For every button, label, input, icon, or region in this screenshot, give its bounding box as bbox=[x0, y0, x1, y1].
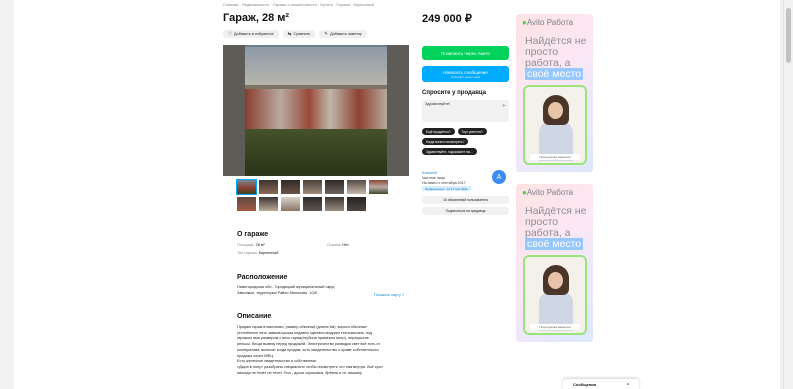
quick-questions: Ещё продаётся? Торг уместен? Когда можно… bbox=[422, 128, 512, 155]
messages-bar[interactable]: Сообщения ^ bbox=[563, 379, 639, 389]
avatar[interactable]: А bbox=[492, 170, 506, 184]
photo-grass bbox=[245, 129, 387, 173]
ad-photo: Подходящая вакансия bbox=[523, 255, 587, 335]
seller-type: Частное лицо bbox=[422, 176, 445, 180]
guard-row: Охрана: Нет bbox=[327, 243, 349, 247]
about-heading: О гараже bbox=[237, 231, 269, 238]
ad-logo: ●Avito Работа bbox=[522, 18, 573, 27]
add-note-label: Добавить заметку bbox=[330, 32, 362, 36]
quick-question-chip[interactable]: Торг уместен? bbox=[457, 128, 487, 135]
seller-name[interactable]: Алексей bbox=[422, 171, 437, 175]
ad-person-face bbox=[548, 272, 563, 289]
seller-listings-button[interactable]: 16 объявлений пользователя bbox=[422, 196, 509, 204]
thumbnail[interactable] bbox=[237, 197, 256, 211]
thumbnail[interactable] bbox=[303, 197, 322, 211]
ad-brand: Avito Работа bbox=[526, 188, 574, 197]
messages-label: Сообщения bbox=[573, 381, 597, 387]
thumbnail[interactable] bbox=[281, 180, 300, 194]
ask-seller-value: Здравствуйте! bbox=[425, 102, 451, 106]
main-photo[interactable] bbox=[223, 45, 409, 176]
show-map-label: Показать карту bbox=[374, 293, 401, 297]
heart-icon: ♡ bbox=[228, 31, 233, 36]
type-row: Тип гаража: Кирпичный bbox=[237, 251, 278, 255]
scrollbar-thumb[interactable] bbox=[786, 8, 791, 63]
add-favorite-label: Добавить в избранное bbox=[234, 32, 274, 36]
type-label: Тип гаража: bbox=[237, 251, 258, 255]
add-favorite-button[interactable]: ♡ Добавить в избранное bbox=[223, 30, 279, 38]
ad-slogan-highlight: своё место bbox=[525, 68, 584, 80]
location-heading: Расположение bbox=[237, 274, 288, 281]
compare-button[interactable]: ⇆ Сравнить bbox=[282, 30, 316, 38]
ad-slogan: Найдётся не просто работа, а своё место bbox=[525, 206, 589, 250]
subscribe-seller-button[interactable]: Подписаться на продавца bbox=[422, 207, 509, 215]
thumbnail-strip bbox=[236, 179, 395, 211]
thumbnail[interactable] bbox=[325, 180, 344, 194]
ad-slogan-main: Найдётся не просто работа, а bbox=[525, 35, 587, 69]
ad-slogan-highlight: своё место bbox=[525, 238, 584, 250]
photo-side-fill bbox=[387, 45, 409, 176]
ad-photo: Подходящая вакансия bbox=[523, 85, 587, 165]
message-button[interactable]: Написать сообщение Отвечает около часа bbox=[422, 66, 509, 82]
description-heading: Описание bbox=[237, 313, 272, 320]
compare-icon: ⇆ bbox=[287, 31, 292, 36]
photo-side-fill bbox=[223, 45, 245, 176]
add-note-button[interactable]: ✎ Добавить заметку bbox=[319, 30, 367, 38]
thumbnail[interactable] bbox=[259, 197, 278, 211]
guard-value: Нет bbox=[342, 243, 349, 247]
show-map-link[interactable]: Показать карту ˅ bbox=[374, 293, 404, 297]
guard-label: Охрана: bbox=[327, 243, 342, 247]
breadcrumb[interactable]: Главная · Недвижимость · Гаражи и машино… bbox=[223, 2, 374, 7]
area-value: 28 м² bbox=[255, 243, 265, 247]
seller-since: На Авито с сентября 2017 bbox=[422, 181, 466, 185]
thumbnail[interactable] bbox=[236, 179, 257, 195]
chevron-up-icon[interactable]: ^ bbox=[627, 382, 629, 387]
ad-slogan: Найдётся не просто работа, а своё место bbox=[525, 36, 589, 80]
photo-garage-wall bbox=[245, 89, 387, 129]
ad-banner[interactable]: ●Avito Работа Найдётся не просто работа,… bbox=[516, 184, 593, 342]
ask-seller-heading: Спросите у продавца bbox=[422, 90, 486, 96]
listing-title: Гараж, 28 м² bbox=[223, 12, 290, 24]
thumbnail[interactable] bbox=[325, 197, 344, 211]
note-icon: ✎ bbox=[324, 31, 329, 36]
send-icon[interactable]: ➤ bbox=[502, 103, 506, 109]
thumbnail[interactable] bbox=[369, 180, 388, 194]
compare-label: Сравнить bbox=[293, 32, 311, 36]
description-line: никогда не гниёт не течет. Пол - доски с… bbox=[237, 370, 362, 375]
page: Главная · Недвижимость · Гаражи и машино… bbox=[14, 0, 780, 389]
thumbnail[interactable] bbox=[303, 180, 322, 194]
thumbnail[interactable] bbox=[347, 197, 366, 211]
thumbnail[interactable] bbox=[347, 180, 366, 194]
photo-sky bbox=[245, 47, 387, 87]
quick-question-chip[interactable]: Когда можно посмотреть? bbox=[422, 138, 469, 145]
description-text: Продаю гараж в малохово, размер обычный … bbox=[237, 325, 412, 376]
message-button-subtitle: Отвечает около часа bbox=[450, 74, 481, 79]
area-row: Площадь: 28 м² bbox=[237, 243, 265, 247]
thumbnail[interactable] bbox=[259, 180, 278, 194]
ad-caption: Подходящая вакансия bbox=[530, 324, 580, 330]
ad-caption: Подходящая вакансия bbox=[530, 154, 580, 160]
chevron-down-icon: ˅ bbox=[401, 293, 405, 297]
verified-badge: Проверенные · 12 17 ноя 2021 bbox=[422, 186, 471, 191]
scrollbar[interactable] bbox=[783, 0, 793, 389]
quick-question-chip[interactable]: Ещё продаётся? bbox=[422, 128, 455, 135]
area-label: Площадь: bbox=[237, 243, 255, 247]
quick-question-chip[interactable]: Здравствуйте, подскажите пж... bbox=[422, 148, 477, 155]
ad-logo: ●Avito Работа bbox=[522, 188, 573, 197]
ad-brand: Avito Работа bbox=[526, 18, 574, 27]
type-value: Кирпичный bbox=[258, 251, 279, 255]
call-button[interactable]: Позвонить через Авито bbox=[422, 46, 509, 60]
price: 249 000 ₽ bbox=[422, 13, 472, 25]
listing-actions: ♡ Добавить в избранное ⇆ Сравнить ✎ Доба… bbox=[223, 30, 367, 38]
ad-banner[interactable]: ●Avito Работа Найдётся не просто работа,… bbox=[516, 14, 593, 172]
ad-person-face bbox=[548, 102, 563, 119]
ad-slogan-main: Найдётся не просто работа, а bbox=[525, 205, 587, 239]
thumbnail[interactable] bbox=[281, 197, 300, 211]
ask-seller-input[interactable]: Здравствуйте! ➤ bbox=[422, 100, 509, 122]
